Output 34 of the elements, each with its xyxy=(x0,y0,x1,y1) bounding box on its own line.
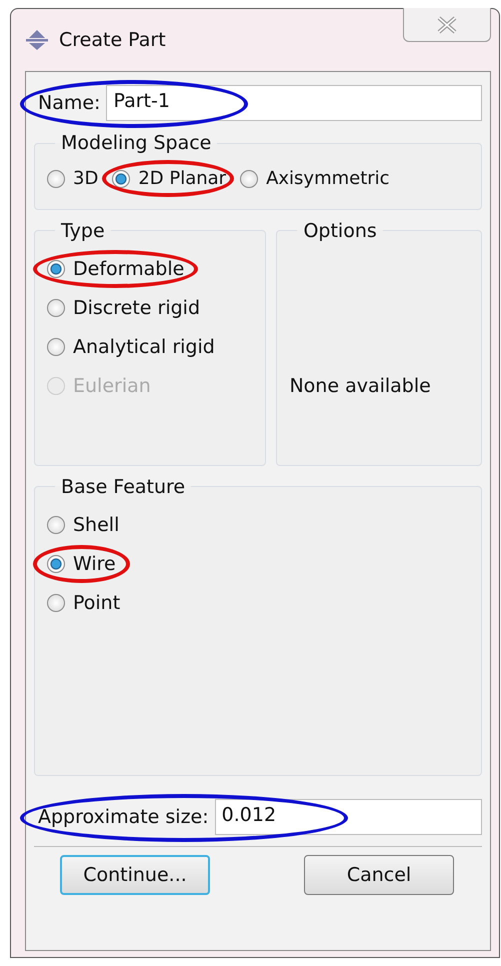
radio-button[interactable] xyxy=(47,594,65,612)
radio-button[interactable] xyxy=(47,516,65,534)
radio-button[interactable] xyxy=(47,260,65,278)
close-button[interactable] xyxy=(403,8,491,42)
radio-label: 3D xyxy=(73,168,98,189)
group-title: Type xyxy=(60,220,106,242)
radio-label: 2D Planar xyxy=(138,168,226,189)
app-icon xyxy=(25,28,49,52)
group-title: Modeling Space xyxy=(60,132,212,154)
field-label: Approximate size: xyxy=(37,806,209,828)
radio-label: Deformable xyxy=(73,258,184,280)
options-text: None available xyxy=(289,374,431,397)
radio-button[interactable] xyxy=(240,170,258,188)
close-icon xyxy=(436,16,458,34)
radio-label: Point xyxy=(73,592,120,614)
radio-button[interactable] xyxy=(112,170,130,188)
name-field[interactable]: Part-1 xyxy=(106,85,482,121)
window-title: Create Part xyxy=(59,29,167,51)
dialog-button[interactable]: Continue... xyxy=(60,854,210,894)
radio-label: Axisymmetric xyxy=(266,168,390,189)
radio-button[interactable] xyxy=(47,298,65,316)
radio-button[interactable] xyxy=(47,338,65,356)
radio-label: Wire xyxy=(73,552,116,574)
radio-button[interactable] xyxy=(47,554,65,572)
radio-label: Analytical rigid xyxy=(73,336,215,358)
size-field[interactable]: 0.012 xyxy=(214,798,482,834)
radio-label: Discrete rigid xyxy=(73,296,200,318)
group-title: Options xyxy=(302,220,378,242)
group-title: Base Feature xyxy=(60,476,186,498)
dialog-button[interactable]: Cancel xyxy=(304,854,454,894)
radio-button[interactable] xyxy=(47,170,65,188)
radio-label: Eulerian xyxy=(73,374,151,396)
field-label: Name: xyxy=(37,92,100,114)
radio-label: Shell xyxy=(73,514,120,536)
